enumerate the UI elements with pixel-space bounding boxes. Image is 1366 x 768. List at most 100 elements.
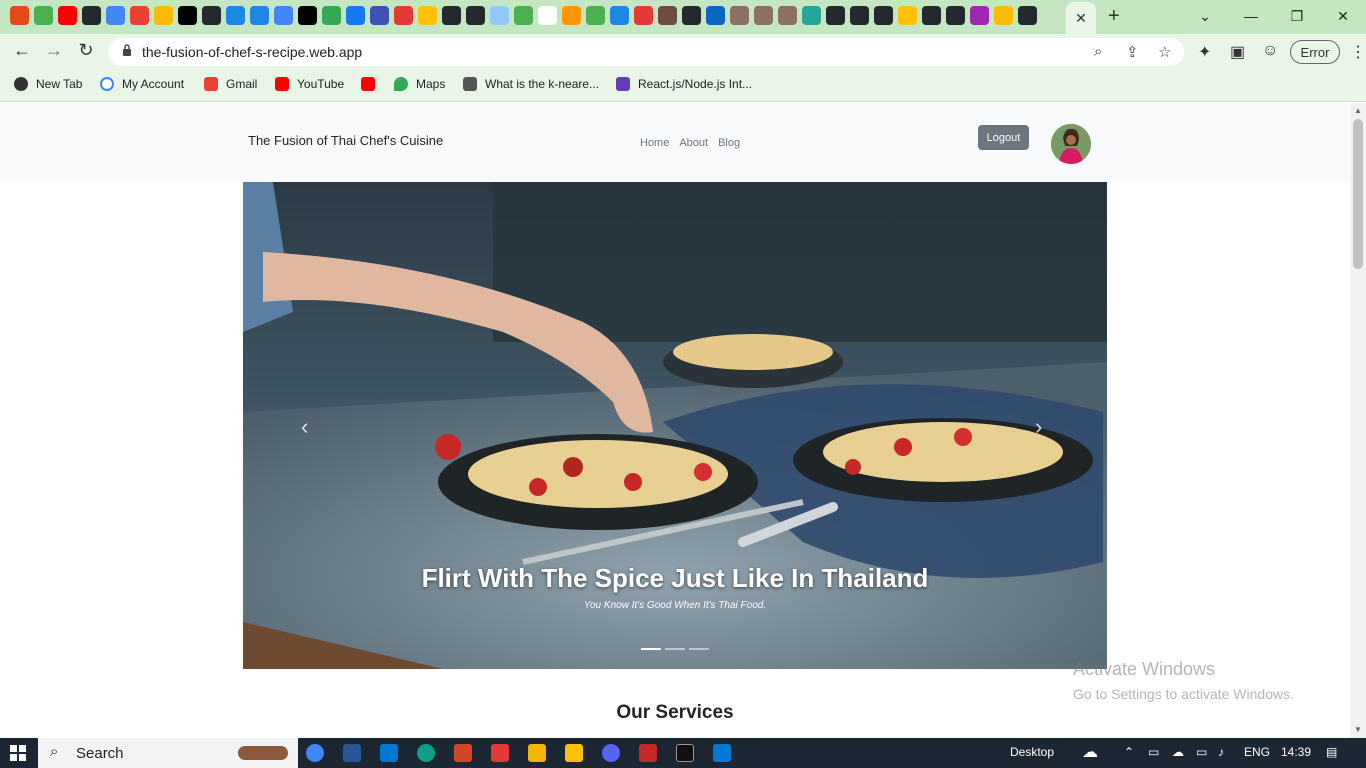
close-icon[interactable]: ✕ — [1075, 10, 1087, 27]
bookmark-youtube[interactable]: YouTube — [275, 77, 344, 91]
tab-favicon-icon[interactable] — [82, 6, 101, 25]
volume-icon[interactable]: ♪ — [1218, 745, 1224, 759]
carousel-indicator-2[interactable] — [665, 648, 685, 650]
tab-favicon-icon[interactable] — [754, 6, 773, 25]
tab-favicon-icon[interactable] — [898, 6, 917, 25]
edge-taskbar-icon[interactable] — [417, 744, 435, 762]
tab-favicon-icon[interactable] — [250, 6, 269, 25]
profile-avatar-icon[interactable]: ☺ — [1262, 42, 1278, 60]
taskbar-search[interactable]: ⌕ Search — [38, 738, 298, 768]
tab-favicon-icon[interactable] — [658, 6, 677, 25]
nav-about-link[interactable]: About — [679, 137, 708, 149]
tab-favicon-icon[interactable] — [298, 6, 317, 25]
tab-favicon-icon[interactable] — [826, 6, 845, 25]
bookmark-gmail[interactable]: Gmail — [204, 77, 257, 91]
forward-icon[interactable]: → — [42, 40, 66, 61]
bookmark-knn[interactable]: What is the k-neare... — [463, 77, 599, 91]
tab-favicon-icon[interactable] — [58, 6, 77, 25]
store-taskbar-icon[interactable] — [528, 744, 546, 762]
reload-icon[interactable]: ↻ — [74, 40, 98, 61]
explorer-taskbar-icon[interactable] — [565, 744, 583, 762]
tab-favicon-icon[interactable] — [466, 6, 485, 25]
bookmark-new-tab[interactable]: New Tab — [14, 77, 82, 91]
menu-icon[interactable]: ⋮ — [1350, 42, 1366, 62]
tab-favicon-icon[interactable] — [154, 6, 173, 25]
tab-favicon-icon[interactable] — [226, 6, 245, 25]
tab-favicon-icon[interactable] — [706, 6, 725, 25]
tab-favicon-icon[interactable] — [994, 6, 1013, 25]
tab-favicon-icon[interactable] — [178, 6, 197, 25]
terminal-taskbar-icon[interactable] — [676, 744, 694, 762]
tab-favicon-icon[interactable] — [946, 6, 965, 25]
tab-favicon-icon[interactable] — [562, 6, 581, 25]
address-bar[interactable]: the-fusion-of-chef-s-recipe.web.app ⌕ ⇪ … — [108, 38, 1184, 66]
close-window-button[interactable]: ✕ — [1320, 4, 1366, 28]
tab-favicon-icon[interactable] — [850, 6, 869, 25]
mail-taskbar-icon[interactable] — [380, 744, 398, 762]
tab-favicon-icon[interactable] — [610, 6, 629, 25]
language-indicator[interactable]: ENG — [1244, 745, 1270, 759]
onedrive-icon[interactable]: ☁ — [1172, 745, 1184, 759]
discord-taskbar-icon[interactable] — [602, 744, 620, 762]
carousel-indicator-3[interactable] — [689, 648, 709, 650]
tab-favicon-icon[interactable] — [538, 6, 557, 25]
carousel-indicator-1[interactable] — [641, 648, 661, 650]
tab-favicon-icon[interactable] — [370, 6, 389, 25]
tab-favicon-icon[interactable] — [10, 6, 29, 25]
new-tab-button[interactable]: + — [1108, 5, 1120, 28]
tab-favicon-icon[interactable] — [130, 6, 149, 25]
tab-favicon-icon[interactable] — [682, 6, 701, 25]
tab-favicon-icon[interactable] — [202, 6, 221, 25]
bookmark-my-account[interactable]: My Account — [100, 77, 184, 91]
tab-favicon-icon[interactable] — [514, 6, 533, 25]
tab-favicon-icon[interactable] — [1018, 6, 1037, 25]
restore-button[interactable]: ❐ — [1274, 4, 1320, 28]
tab-favicon-icon[interactable] — [418, 6, 437, 25]
battery-icon[interactable]: ▭ — [1196, 745, 1207, 759]
scroll-up-icon[interactable]: ▲ — [1354, 106, 1362, 115]
tab-favicon-icon[interactable] — [394, 6, 413, 25]
tab-favicon-icon[interactable] — [802, 6, 821, 25]
zoom-icon[interactable]: ⌕ — [1094, 43, 1102, 60]
minimize-button[interactable]: — — [1228, 4, 1274, 28]
logout-button[interactable]: Logout — [978, 125, 1029, 150]
carousel-prev-icon[interactable]: ‹ — [301, 414, 308, 440]
tab-favicon-icon[interactable] — [442, 6, 461, 25]
tab-favicon-icon[interactable] — [106, 6, 125, 25]
bookmark-youtube-2[interactable] — [361, 77, 375, 91]
bookmark-maps[interactable]: Maps — [394, 77, 445, 91]
tab-favicon-icon[interactable] — [730, 6, 749, 25]
bookmark-star-icon[interactable]: ☆ — [1158, 43, 1171, 61]
share-icon[interactable]: ⇪ — [1126, 43, 1139, 61]
scroll-down-icon[interactable]: ▼ — [1354, 725, 1362, 734]
back-icon[interactable]: ← — [10, 40, 34, 61]
tab-search-button[interactable]: ⌄ — [1182, 4, 1228, 28]
tab-favicon-icon[interactable] — [922, 6, 941, 25]
tab-favicon-icon[interactable] — [778, 6, 797, 25]
word-taskbar-icon[interactable] — [343, 744, 361, 762]
vscode-taskbar-icon[interactable] — [713, 744, 731, 762]
active-tab[interactable]: ✕ — [1066, 2, 1096, 34]
nav-home-link[interactable]: Home — [640, 137, 669, 149]
side-panel-icon[interactable]: ▣ — [1230, 42, 1245, 62]
tab-favicon-icon[interactable] — [586, 6, 605, 25]
scroll-thumb[interactable] — [1353, 119, 1363, 269]
bookmark-react-node[interactable]: React.js/Node.js Int... — [616, 77, 752, 91]
tab-favicon-icon[interactable] — [874, 6, 893, 25]
tab-favicon-icon[interactable] — [322, 6, 341, 25]
tab-favicon-icon[interactable] — [34, 6, 53, 25]
app-taskbar-icon[interactable] — [491, 744, 509, 762]
extensions-icon[interactable]: ✦ — [1198, 42, 1211, 62]
tab-favicon-icon[interactable] — [970, 6, 989, 25]
user-avatar[interactable] — [1051, 124, 1091, 164]
powerpoint-taskbar-icon[interactable] — [454, 744, 472, 762]
weather-icon[interactable]: ☁ — [1082, 742, 1098, 762]
clock[interactable]: 14:39 — [1281, 745, 1311, 759]
page-scrollbar[interactable]: ▲ ▼ — [1350, 103, 1366, 738]
nav-blog-link[interactable]: Blog — [718, 137, 740, 149]
meet-icon[interactable]: ▭ — [1148, 745, 1159, 759]
tab-favicon-icon[interactable] — [346, 6, 365, 25]
desktop-toolbar-label[interactable]: Desktop — [1010, 745, 1054, 759]
chrome-taskbar-icon[interactable] — [306, 744, 324, 762]
notifications-icon[interactable]: ▤ — [1326, 745, 1337, 759]
